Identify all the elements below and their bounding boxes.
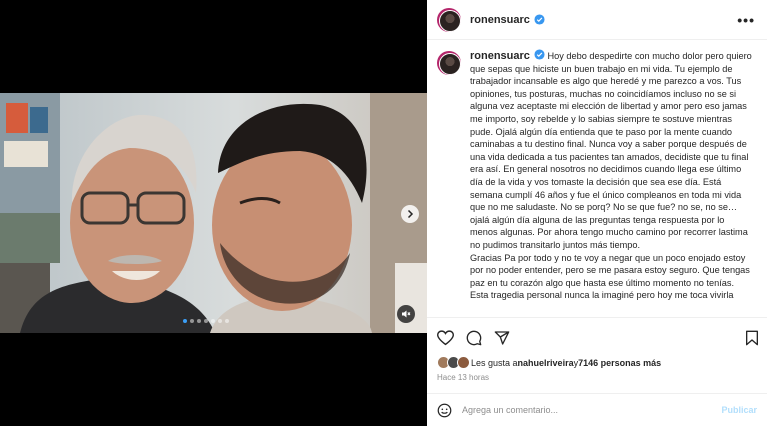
carousel-dot [197,319,201,323]
avatar[interactable] [437,7,461,32]
bookmark-icon[interactable] [745,330,759,346]
verified-badge-icon [534,14,545,25]
divider [427,317,767,318]
photo-image [0,93,427,333]
header-username[interactable]: ronensuarc [470,14,530,26]
emoji-icon[interactable] [437,403,452,418]
caption-avatar[interactable] [437,51,461,75]
carousel-dot [204,319,208,323]
comment-icon[interactable] [466,330,482,346]
comment-input[interactable] [462,405,722,415]
post-timestamp[interactable]: Hace 13 horas [437,373,489,382]
likes-user-link[interactable]: nahuelriveira [518,358,574,368]
caption-username[interactable]: ronensuarc [470,50,530,62]
post-media [0,0,427,426]
caption-body: Hoy debo despedirte con mucho dolor pero… [470,51,752,301]
carousel-dot [211,319,215,323]
post-header: ronensuarc ••• [427,0,767,40]
next-photo-button[interactable] [401,205,419,223]
likes-count-link[interactable]: 7146 personas más [578,358,661,368]
publish-button[interactable]: Publicar [721,405,757,415]
heart-icon[interactable] [437,330,454,346]
action-bar [437,329,759,347]
post-photo[interactable] [0,93,427,333]
carousel-dot [183,319,187,323]
carousel-dot [225,319,229,323]
likes-prefix: Les gusta a [471,357,518,368]
post-side-panel: ronensuarc ••• ronensuarc Hoy debo despe… [427,0,767,426]
caption-text: ronensuarc Hoy debo despedirte con mucho… [470,49,752,302]
verified-badge-icon [534,49,545,60]
share-icon[interactable] [494,330,510,346]
avatar [457,356,470,369]
carousel-indicator [183,319,229,323]
likes-row: Les gusta a nahuelriveira y 7146 persona… [437,356,661,369]
carousel-dot [218,319,222,323]
mute-button[interactable] [397,305,415,323]
carousel-dot [190,319,194,323]
caption: ronensuarc Hoy debo despedirte con mucho… [470,49,752,317]
speaker-muted-icon [402,310,411,318]
caption-area: ronensuarc Hoy debo despedirte con mucho… [427,41,767,317]
liker-avatars[interactable] [437,356,470,369]
chevron-right-icon [407,209,414,219]
comment-bar: Publicar [427,393,767,426]
more-options-button[interactable]: ••• [737,12,755,28]
